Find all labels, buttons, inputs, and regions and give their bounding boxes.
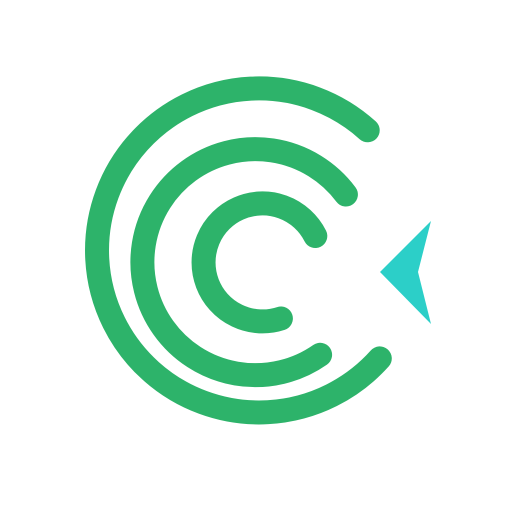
inner-arc	[191, 191, 328, 334]
middle-arc	[130, 137, 358, 388]
app-icon-canvas	[0, 0, 512, 512]
arrow-pointer-icon	[380, 221, 431, 324]
concentric-c-arrow-logo-icon	[85, 76, 431, 425]
